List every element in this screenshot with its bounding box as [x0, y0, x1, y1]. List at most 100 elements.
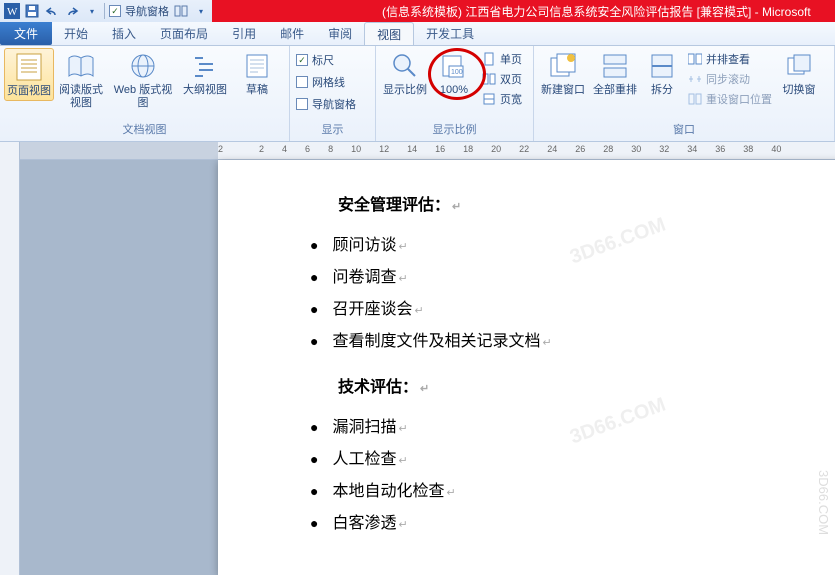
redo-icon[interactable] — [64, 3, 80, 19]
web-view-button[interactable]: Web 版式视图 — [108, 48, 178, 112]
checkbox-icon — [296, 98, 308, 110]
two-page-button[interactable]: 双页 — [480, 70, 524, 88]
sync-scroll-button[interactable]: 同步滚动 — [686, 70, 774, 88]
list-item-text: 本地自动化检查↵ — [332, 476, 455, 508]
new-window-button[interactable]: 新建窗口 — [538, 48, 588, 99]
reading-view-button[interactable]: 阅读版式 视图 — [56, 48, 106, 112]
switch-window-label: 切换窗 — [783, 84, 816, 97]
bullet-icon: ● — [310, 329, 318, 357]
ribbon-group-show: ✓ 标尺 网格线 导航窗格 显示 — [290, 46, 376, 141]
tab-page-layout[interactable]: 页面布局 — [148, 22, 220, 45]
ribbon: 页面视图 阅读版式 视图 Web 版式视图 大纲视图 草稿 文档视图 ✓标尺 — [0, 46, 835, 142]
ruler-tick: 24 — [547, 144, 557, 154]
bullet-icon: ● — [310, 511, 318, 539]
arrange-all-button[interactable]: 全部重排 — [590, 48, 640, 99]
ruler-tick: 14 — [407, 144, 417, 154]
list-item: ●本地自动化检查↵ — [310, 476, 808, 508]
word-app-icon[interactable]: W — [4, 3, 20, 19]
reading-view-icon — [65, 50, 97, 82]
bullet-icon: ● — [310, 447, 318, 475]
list-item: ● 人工检查↵ — [310, 444, 808, 476]
two-page-icon — [482, 72, 496, 86]
tab-label: 开始 — [64, 25, 88, 42]
new-window-label: 新建窗口 — [541, 84, 585, 97]
web-view-icon — [127, 50, 159, 82]
ruler-tick: 16 — [435, 144, 445, 154]
ruler-tick: 22 — [519, 144, 529, 154]
ruler-tick: 26 — [575, 144, 585, 154]
reset-position-button[interactable]: 重设窗口位置 — [686, 90, 774, 108]
undo-icon[interactable] — [44, 3, 60, 19]
ruler-label: 标尺 — [312, 52, 334, 68]
tab-insert[interactable]: 插入 — [100, 22, 148, 45]
group-label: 显示 — [294, 121, 371, 139]
bullet-icon: ● — [310, 265, 318, 293]
one-page-button[interactable]: 单页 — [480, 50, 524, 68]
svg-text:W: W — [7, 6, 18, 18]
title-bar: W ▾ ✓导航窗格 ▾ (信息系统模板) 江西省电力公司信息系统安全风险评估报告… — [0, 0, 835, 22]
tab-label: 插入 — [112, 25, 136, 42]
nav-pane-checkbox-qat[interactable]: ✓导航窗格 — [109, 1, 169, 21]
list-item-text: 白客渗透↵ — [332, 508, 407, 540]
ruler-tick: 10 — [351, 144, 361, 154]
list-item-text: 人工检查↵ — [332, 444, 407, 476]
tab-label: 开发工具 — [426, 25, 474, 42]
ruler-tick: 36 — [715, 144, 725, 154]
side-by-side-icon — [688, 53, 702, 65]
page-width-button[interactable]: 页宽 — [480, 90, 524, 108]
document-page[interactable]: 安全管理评估：↵ ●顾问访谈↵●问卷调查↵●召开座谈会↵●查看制度文件及相关记录… — [218, 160, 835, 575]
draft-view-button[interactable]: 草稿 — [232, 48, 282, 99]
reset-position-label: 重设窗口位置 — [706, 91, 772, 107]
window-title: (信息系统模板) 江西省电力公司信息系统安全风险评估报告 [兼容模式] - Mi… — [212, 0, 835, 22]
tab-label: 审阅 — [328, 25, 352, 42]
horizontal-ruler[interactable]: 2246810121416182022242628303234363840 — [20, 142, 835, 160]
qat-dropdown-icon[interactable]: ▾ — [84, 3, 100, 19]
ruler-margin — [20, 142, 218, 160]
page-view-button[interactable]: 页面视图 — [4, 48, 54, 101]
file-tab[interactable]: 文件 — [0, 22, 52, 45]
tab-home[interactable]: 开始 — [52, 22, 100, 45]
reading-view-label: 阅读版式 视图 — [59, 84, 103, 110]
new-window-icon — [547, 50, 579, 82]
tab-review[interactable]: 审阅 — [316, 22, 364, 45]
tab-view[interactable]: 视图 — [364, 22, 414, 45]
switch-window-button[interactable]: 切换窗 — [778, 48, 820, 99]
svg-text:100: 100 — [451, 69, 463, 76]
page-view-icon — [13, 51, 45, 83]
icon-group-1[interactable] — [173, 3, 189, 19]
list-item: ●查看制度文件及相关记录文档↵ — [310, 326, 808, 358]
ruler-tick: 6 — [305, 144, 310, 154]
tab-label: 邮件 — [280, 25, 304, 42]
side-by-side-button[interactable]: 并排查看 — [686, 50, 774, 68]
list-item-text: 召开座谈会↵ — [332, 294, 423, 326]
gridlines-checkbox[interactable]: 网格线 — [296, 72, 356, 92]
page-width-icon — [482, 92, 496, 106]
gridlines-label: 网格线 — [312, 74, 345, 90]
tab-mailings[interactable]: 邮件 — [268, 22, 316, 45]
outline-view-button[interactable]: 大纲视图 — [180, 48, 230, 99]
ruler-tick: 18 — [463, 144, 473, 154]
tab-references[interactable]: 引用 — [220, 22, 268, 45]
ruler-tick: 12 — [379, 144, 389, 154]
ruler-tick: 20 — [491, 144, 501, 154]
nav-pane-checkbox[interactable]: 导航窗格 — [296, 94, 356, 114]
list-item: ●问卷调查↵ — [310, 262, 808, 294]
vertical-ruler[interactable] — [0, 142, 20, 575]
checkbox-icon — [296, 76, 308, 88]
ruler-checkbox[interactable]: ✓ 标尺 — [296, 50, 356, 70]
bullet-icon: ● — [310, 415, 318, 443]
zoom-100-icon: 100 — [438, 50, 470, 82]
tab-developer[interactable]: 开发工具 — [414, 22, 486, 45]
one-page-icon — [482, 52, 496, 66]
page-width-label: 页宽 — [500, 91, 522, 107]
checkbox-icon: ✓ — [296, 54, 308, 66]
group-label: 窗口 — [538, 121, 830, 139]
zoom-100-button[interactable]: 100 100% — [432, 48, 476, 99]
save-icon[interactable] — [24, 3, 40, 19]
split-button[interactable]: 拆分 — [642, 48, 682, 99]
reset-position-icon — [688, 93, 702, 105]
qat-dropdown-2-icon[interactable]: ▾ — [193, 3, 209, 19]
zoom-button[interactable]: 显示比例 — [380, 48, 430, 99]
page-view-label: 页面视图 — [7, 85, 51, 98]
switch-window-icon — [783, 50, 815, 82]
